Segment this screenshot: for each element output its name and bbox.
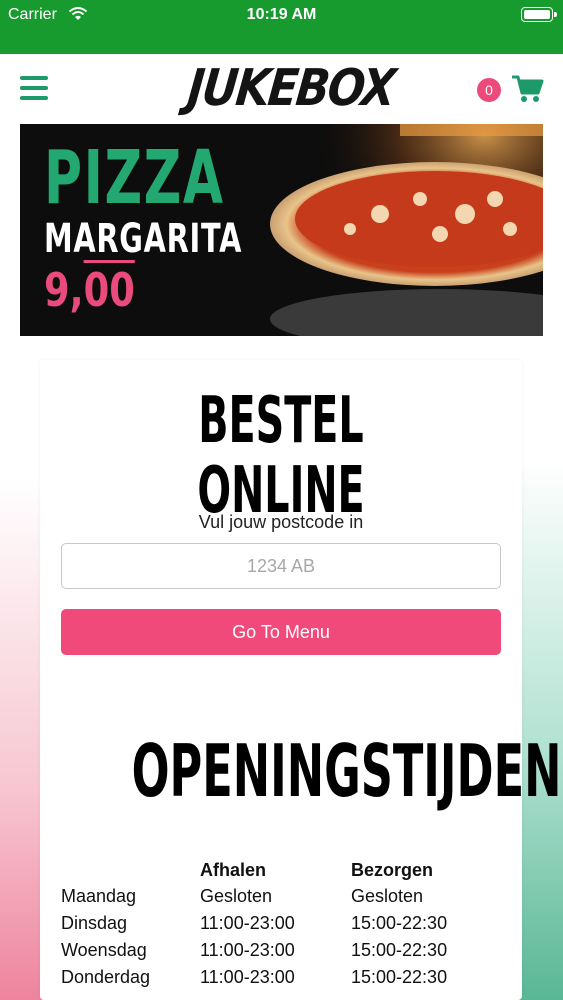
delivery-cell: 15:00-22:30 — [351, 967, 448, 987]
table-row: Maandag Gesloten Gesloten — [61, 883, 501, 910]
go-to-menu-button[interactable]: Go To Menu — [61, 609, 501, 655]
delivery-cell: 15:00-22:30 — [351, 913, 448, 933]
delivery-cell: 15:00-22:30 — [351, 940, 448, 960]
cart-icon[interactable] — [512, 74, 544, 104]
battery-icon — [521, 7, 557, 22]
app-header: JUKEBOX 0 — [0, 54, 563, 124]
price-whole: 9, — [44, 263, 84, 317]
order-heading: BESTEL ONLINE — [197, 384, 365, 528]
status-time: 10:19 AM — [246, 6, 317, 23]
table-row: Donderdag 11:00-23:00 15:00-22:30 — [61, 964, 501, 991]
table-row: Woensdag 11:00-23:00 15:00-22:30 — [61, 937, 501, 964]
hours-heading: OPENINGSTIJDEN — [131, 729, 562, 813]
day-cell: Dinsdag — [61, 913, 128, 933]
banner-title: PIZZA — [44, 135, 225, 221]
pickup-cell: 11:00-23:00 — [200, 967, 295, 987]
price-cents: 00 — [83, 263, 135, 317]
column-header-day — [61, 857, 200, 883]
menu-icon[interactable] — [20, 76, 48, 100]
day-cell: Donderdag — [61, 967, 151, 987]
pickup-cell: Gesloten — [200, 886, 273, 906]
postcode-label: Vul jouw postcode in — [198, 512, 364, 532]
status-bar: Carrier 10:19 AM — [0, 0, 563, 54]
cart-count-badge[interactable]: 0 — [477, 78, 501, 102]
day-cell: Woensdag — [61, 940, 147, 960]
logo[interactable]: JUKEBOX — [184, 53, 397, 124]
order-card: BESTEL ONLINE Vul jouw postcode in Go To… — [40, 360, 562, 1000]
opening-hours-table: Afhalen Bezorgen Maandag Gesloten Geslot… — [61, 857, 501, 991]
promo-banner[interactable]: PIZZA MARGARITA 9,00 — [20, 124, 543, 336]
postcode-input[interactable] — [61, 543, 501, 589]
pickup-cell: 11:00-23:00 — [200, 913, 295, 933]
table-row: Dinsdag 11:00-23:00 15:00-22:30 — [61, 910, 501, 937]
column-header-pickup: Afhalen — [200, 859, 267, 880]
pickup-cell: 11:00-23:00 — [200, 940, 295, 960]
column-header-delivery: Bezorgen — [351, 859, 434, 880]
day-cell: Maandag — [61, 886, 137, 906]
delivery-cell: Gesloten — [351, 886, 424, 906]
table-header-row: Afhalen Bezorgen — [61, 857, 501, 883]
banner-price: 9,00 — [44, 264, 135, 316]
banner-subtitle: MARGARITA — [44, 216, 243, 262]
